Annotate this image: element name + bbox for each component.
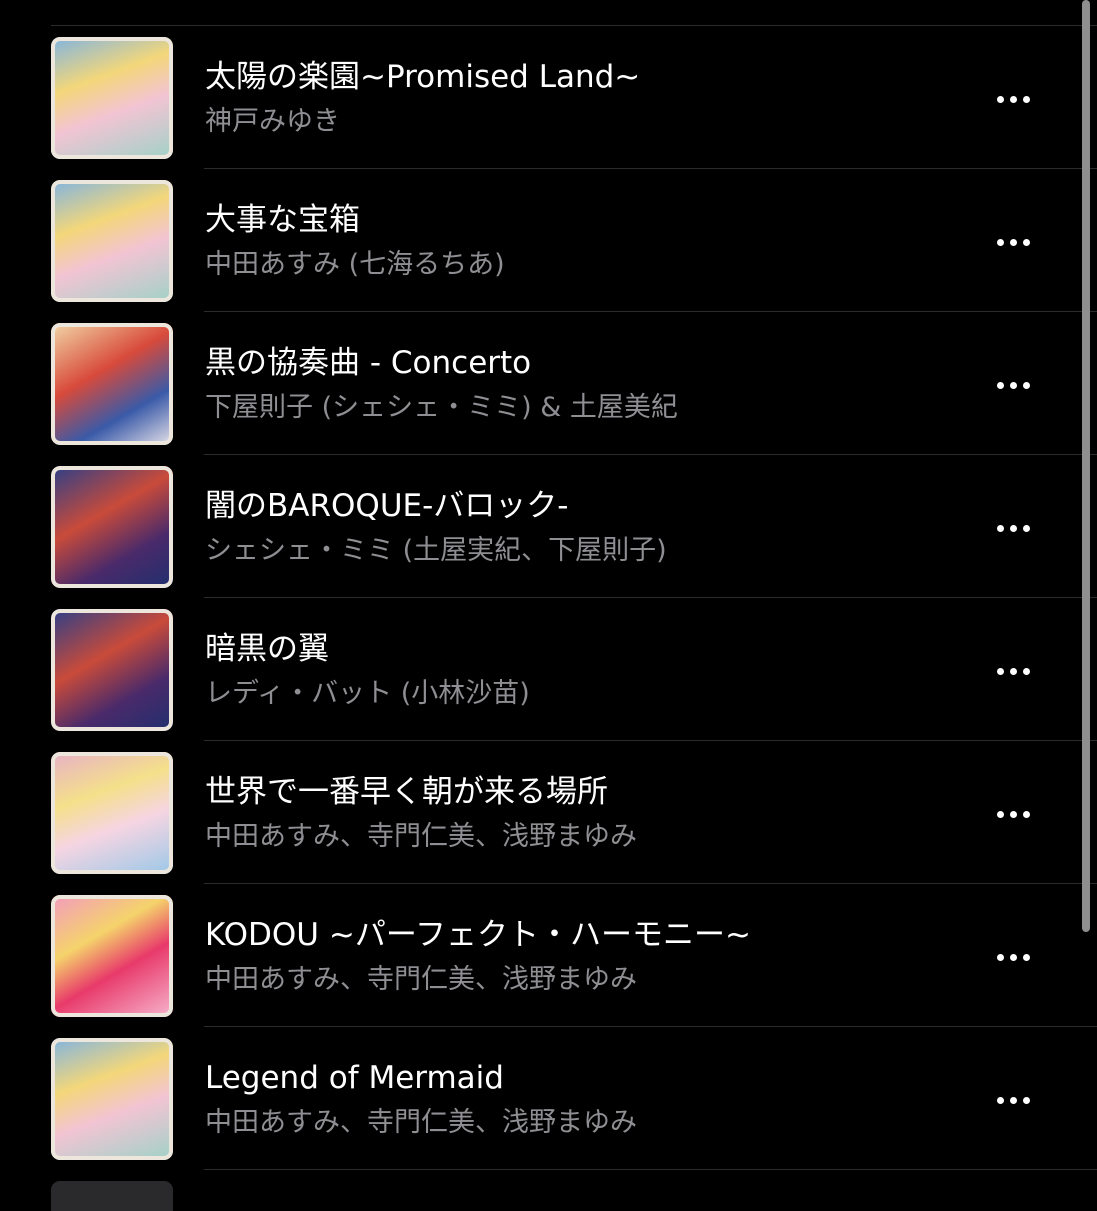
track-title: KODOU ~パーフェクト・ハーモニー~ (205, 917, 751, 953)
next-album-artwork-partial (51, 1181, 173, 1211)
ellipsis-horizontal-icon (996, 953, 1004, 961)
album-artwork (51, 752, 173, 874)
more-options-button[interactable] (985, 82, 1041, 116)
track-row[interactable]: 黒の協奏曲 - Concerto 下屋則子 (シェシェ・ミミ) & 土屋美紀 (0, 312, 1097, 455)
ellipsis-horizontal-icon (996, 524, 1004, 532)
track-artist: 中田あすみ、寺門仁美、浅野まゆみ (205, 964, 637, 995)
album-artwork (51, 180, 173, 302)
track-artist: レディ・バット (小林沙苗) (205, 678, 530, 709)
track-list: 太陽の楽園~Promised Land~ 神戸みゆき 大事な宝箱 中田あすみ (… (0, 26, 1097, 1170)
ellipsis-horizontal-icon (996, 238, 1004, 246)
track-title: 暗黒の翼 (205, 631, 329, 667)
track-title: 太陽の楽園~Promised Land~ (205, 59, 641, 95)
row-divider (204, 1169, 1097, 1170)
track-row[interactable]: 闇のBAROQUE-バロック- シェシェ・ミミ (土屋実紀、下屋則子) (0, 455, 1097, 598)
track-row[interactable]: 暗黒の翼 レディ・バット (小林沙苗) (0, 598, 1097, 741)
more-options-button[interactable] (985, 368, 1041, 402)
track-row[interactable]: 大事な宝箱 中田あすみ (七海るちあ) (0, 169, 1097, 312)
more-options-button[interactable] (985, 654, 1041, 688)
ellipsis-horizontal-icon (996, 95, 1004, 103)
album-artwork (51, 466, 173, 588)
ellipsis-horizontal-icon (996, 810, 1004, 818)
track-row[interactable]: Legend of Mermaid 中田あすみ、寺門仁美、浅野まゆみ (0, 1027, 1097, 1170)
more-options-button[interactable] (985, 225, 1041, 259)
more-options-button[interactable] (985, 1083, 1041, 1117)
ellipsis-horizontal-icon (996, 1096, 1004, 1104)
album-artwork (51, 1038, 173, 1160)
track-title: Legend of Mermaid (205, 1060, 504, 1096)
album-artwork (51, 609, 173, 731)
scrollbar[interactable] (1082, 0, 1090, 932)
track-artist: 中田あすみ (七海るちあ) (205, 249, 505, 280)
track-row[interactable]: 太陽の楽園~Promised Land~ 神戸みゆき (0, 26, 1097, 169)
track-title: 世界で一番早く朝が来る場所 (205, 774, 608, 810)
track-artist: 下屋則子 (シェシェ・ミミ) & 土屋美紀 (205, 392, 678, 423)
track-row[interactable]: KODOU ~パーフェクト・ハーモニー~ 中田あすみ、寺門仁美、浅野まゆみ (0, 884, 1097, 1027)
album-artwork (51, 895, 173, 1017)
more-options-button[interactable] (985, 797, 1041, 831)
track-title: 闇のBAROQUE-バロック- (205, 488, 569, 524)
track-artist: シェシェ・ミミ (土屋実紀、下屋則子) (205, 535, 667, 566)
track-title: 黒の協奏曲 - Concerto (205, 345, 532, 381)
track-artist: 中田あすみ、寺門仁美、浅野まゆみ (205, 821, 637, 852)
track-title: 大事な宝箱 (205, 202, 360, 238)
more-options-button[interactable] (985, 511, 1041, 545)
album-artwork (51, 37, 173, 159)
ellipsis-horizontal-icon (996, 381, 1004, 389)
ellipsis-horizontal-icon (996, 667, 1004, 675)
album-artwork (51, 323, 173, 445)
track-artist: 神戸みゆき (205, 106, 340, 137)
more-options-button[interactable] (985, 940, 1041, 974)
track-row[interactable]: 世界で一番早く朝が来る場所 中田あすみ、寺門仁美、浅野まゆみ (0, 741, 1097, 884)
track-artist: 中田あすみ、寺門仁美、浅野まゆみ (205, 1107, 637, 1138)
